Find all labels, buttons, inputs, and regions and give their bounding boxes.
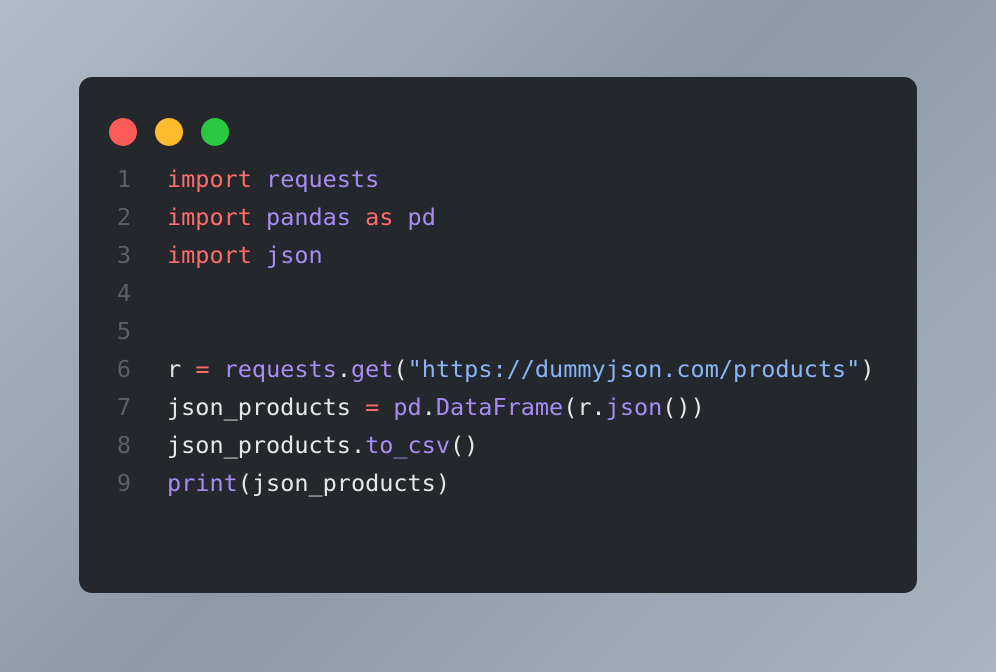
code-editor[interactable]: 1 import requests 2 import pandas as pd 3 imp… [79, 147, 917, 502]
code-line: 2 import pandas as pd [79, 198, 893, 236]
code-token: . [336, 355, 351, 383]
code-token: "https://dummyjson.com/products" [407, 355, 861, 383]
code-token: ( [393, 355, 408, 383]
code-line: 3 import json [79, 236, 893, 274]
code-token: ( [237, 469, 252, 497]
code-token: import [167, 241, 252, 269]
code-token: json_products [167, 393, 351, 421]
code-token: ( [563, 393, 578, 421]
line-content: import requests [167, 160, 893, 198]
code-token: . [350, 431, 366, 459]
window-titlebar [79, 77, 917, 147]
line-number: 2 [116, 203, 131, 231]
line-number: 6 [116, 355, 131, 383]
code-token: pandas [266, 203, 351, 231]
code-line: 8 json_products.to_csv() [79, 426, 893, 464]
code-token: as [365, 203, 394, 231]
code-token: import [167, 165, 252, 193]
code-token: print [167, 469, 238, 497]
code-token: json [605, 393, 663, 421]
code-token: ) [860, 355, 875, 383]
code-line: 1 import requests [79, 160, 893, 198]
code-token: requests [223, 355, 337, 383]
code-token: ) [435, 469, 450, 497]
line-number: 5 [116, 317, 131, 345]
code-token: () [449, 431, 479, 459]
line-content: import pandas as pd [167, 198, 893, 236]
code-token: = [195, 355, 210, 383]
code-line: 5 [79, 312, 893, 350]
line-content: json_products.to_csv() [167, 426, 893, 464]
code-token: DataFrame [435, 393, 564, 421]
code-token: . [591, 393, 606, 421]
line-content: json_products = pd.DataFrame(r.json()) [167, 388, 893, 426]
code-line: 7 json_products = pd.DataFrame(r.json()) [79, 388, 893, 426]
code-token: to_csv [365, 431, 450, 459]
code-line: 4 [79, 274, 893, 312]
zoom-window-button[interactable] [201, 118, 229, 146]
code-token: pd [393, 393, 422, 421]
line-content [167, 312, 893, 350]
line-content: print(json_products) [167, 464, 893, 502]
code-line: 6 r = requests.get("https://dummyjson.com… [79, 350, 893, 388]
minimize-window-button[interactable] [155, 118, 183, 146]
line-number: 7 [116, 393, 131, 421]
line-number: 1 [116, 165, 131, 193]
close-window-button[interactable] [109, 118, 137, 146]
code-token: = [365, 393, 380, 421]
line-number: 8 [116, 431, 131, 459]
code-token: ) [690, 393, 705, 421]
code-token: json_products [167, 431, 351, 459]
code-token: r [167, 355, 182, 383]
code-token: pd [407, 203, 436, 231]
code-snippet-card: 1 import requests 2 import pandas as pd 3 imp… [79, 77, 917, 593]
code-token: json_products [251, 469, 436, 497]
code-token: r [577, 393, 592, 421]
line-content: r = requests.get("https://dummyjson.com/… [167, 350, 893, 388]
code-token: json [266, 241, 323, 269]
line-number: 3 [116, 241, 131, 269]
code-token: import [167, 203, 252, 231]
line-content: import json [167, 236, 893, 274]
line-content [167, 274, 893, 312]
code-line: 9 print(json_products) [79, 464, 893, 502]
line-number: 9 [116, 469, 131, 497]
code-token: . [421, 393, 436, 421]
code-token: requests [266, 165, 380, 193]
line-number: 4 [116, 279, 131, 307]
code-token: () [662, 393, 691, 421]
code-token: get [350, 355, 394, 383]
